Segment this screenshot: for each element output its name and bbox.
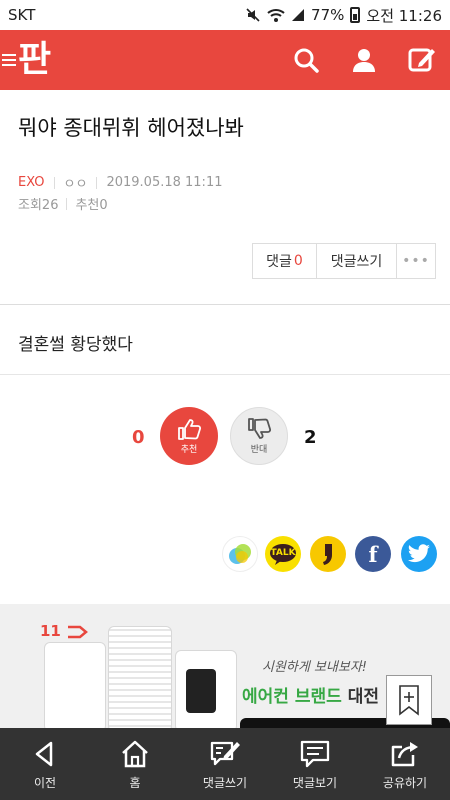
downvote-count: 2 <box>304 427 317 448</box>
downvote-label: 반대 <box>250 445 268 455</box>
divider <box>53 176 55 189</box>
ad-slogan: 시원하게 보내보자! <box>262 660 368 675</box>
article-meta: EXO ㅇㅇ 2019.05.18 11:11 <box>18 173 222 192</box>
article-header: 뭐야 종대뮈휘 헤어졌나봐 EXO ㅇㅇ 2019.05.18 11:11 조회… <box>0 90 450 305</box>
clock: 오전 11:26 <box>366 6 442 25</box>
air-conditioner-image <box>108 626 172 730</box>
view-comments-tab[interactable]: 댓글보기 <box>270 728 360 800</box>
comments-button[interactable]: 댓글 0 <box>253 244 317 278</box>
share-tab[interactable]: 공유하기 <box>360 728 450 800</box>
author-name[interactable]: ㅇㅇ <box>64 173 88 192</box>
write-comment-label: 댓글쓰기 <box>202 776 248 790</box>
status-icons: 77% 오전 11:26 <box>245 5 442 26</box>
home-tab[interactable]: 홈 <box>90 728 180 800</box>
comment-actions: 댓글 0 댓글쓰기 ••• <box>252 243 436 279</box>
share-buttons: TALK f <box>0 536 450 574</box>
comments-label: 댓글 <box>266 254 292 270</box>
write-comment-icon <box>210 741 240 766</box>
facebook-icon: f <box>368 541 378 567</box>
vote-section: 0 추천 반대 2 <box>0 405 450 475</box>
view-comments-label: 댓글보기 <box>292 776 338 790</box>
twitter-share-button[interactable] <box>401 536 437 572</box>
divider <box>0 374 450 375</box>
article-body: 결혼썰 황당했다 <box>18 335 133 355</box>
search-icon <box>294 48 319 73</box>
carrier-label: SKT <box>8 6 36 24</box>
write-comment-tab[interactable]: 댓글쓰기 <box>180 728 270 800</box>
back-label: 이전 <box>33 776 57 790</box>
facebook-share-button[interactable]: f <box>355 536 391 572</box>
battery-percent: 77% <box>311 6 345 24</box>
bookmark-add-icon <box>399 685 419 716</box>
kakaostory-share-button[interactable] <box>310 536 346 572</box>
category-link[interactable]: EXO <box>18 175 45 190</box>
logo-menu-button[interactable]: 판 <box>0 30 51 90</box>
home-icon <box>122 740 148 768</box>
profile-button[interactable] <box>348 44 380 76</box>
recommend-count: 추천0 <box>75 198 108 213</box>
air-conditioner-image <box>44 642 106 730</box>
edit-icon <box>408 48 435 72</box>
back-tab[interactable]: 이전 <box>0 728 90 800</box>
ad-banner[interactable]: 11 시원하게 보내보자! 에어컨 브랜드 대전 <box>0 604 450 730</box>
logo: 판 <box>18 39 51 80</box>
write-post-button[interactable] <box>406 44 438 76</box>
divider <box>96 176 98 189</box>
comments-count: 0 <box>293 253 303 269</box>
air-conditioner-image <box>175 650 237 730</box>
more-button[interactable]: ••• <box>397 244 435 278</box>
write-comment-button[interactable]: 댓글쓰기 <box>317 244 397 278</box>
view-count: 조회26 <box>18 198 59 213</box>
share-icon <box>391 742 418 767</box>
kakaotalk-share-button[interactable]: TALK <box>265 536 301 572</box>
user-icon <box>353 49 375 72</box>
back-icon <box>35 741 53 767</box>
app-header: 판 <box>0 30 450 90</box>
article-stats: 조회26 추천0 <box>18 194 108 213</box>
search-button[interactable] <box>290 44 322 76</box>
bookmark-button[interactable] <box>386 675 432 725</box>
twitter-icon <box>408 544 430 563</box>
band-icon <box>229 544 251 564</box>
thumbs-up-icon <box>178 419 202 440</box>
article-title: 뭐야 종대뮈휘 헤어졌나봐 <box>18 116 244 140</box>
menu-icon[interactable] <box>2 54 16 66</box>
wifi-icon <box>267 9 285 22</box>
status-bar: SKT 77% 오전 11:26 <box>0 0 450 30</box>
signal-icon <box>292 9 305 21</box>
share-label: 공유하기 <box>382 776 428 790</box>
upvote-button[interactable]: 추천 <box>160 407 218 465</box>
thumbs-down-icon <box>248 418 272 439</box>
upvote-label: 추천 <box>180 445 198 455</box>
ad-headline: 에어컨 브랜드 대전 <box>242 687 379 707</box>
band-share-button[interactable] <box>222 536 258 572</box>
home-label: 홈 <box>129 776 141 790</box>
post-date: 2019.05.18 11:11 <box>106 175 223 190</box>
arrow-logo-icon <box>68 625 89 638</box>
downvote-button[interactable]: 반대 <box>230 407 288 465</box>
bottom-navigation: 이전 홈 댓글쓰기 댓글보기 공유하기 <box>0 728 450 800</box>
upvote-count: 0 <box>132 427 145 448</box>
kakaostory-icon <box>323 544 332 565</box>
divider <box>66 197 68 210</box>
battery-icon <box>350 7 361 23</box>
ad-brand-logo: 11 <box>40 622 90 640</box>
kakaotalk-label: TALK <box>270 548 296 558</box>
mute-icon <box>246 8 260 22</box>
view-comments-icon <box>300 740 330 768</box>
